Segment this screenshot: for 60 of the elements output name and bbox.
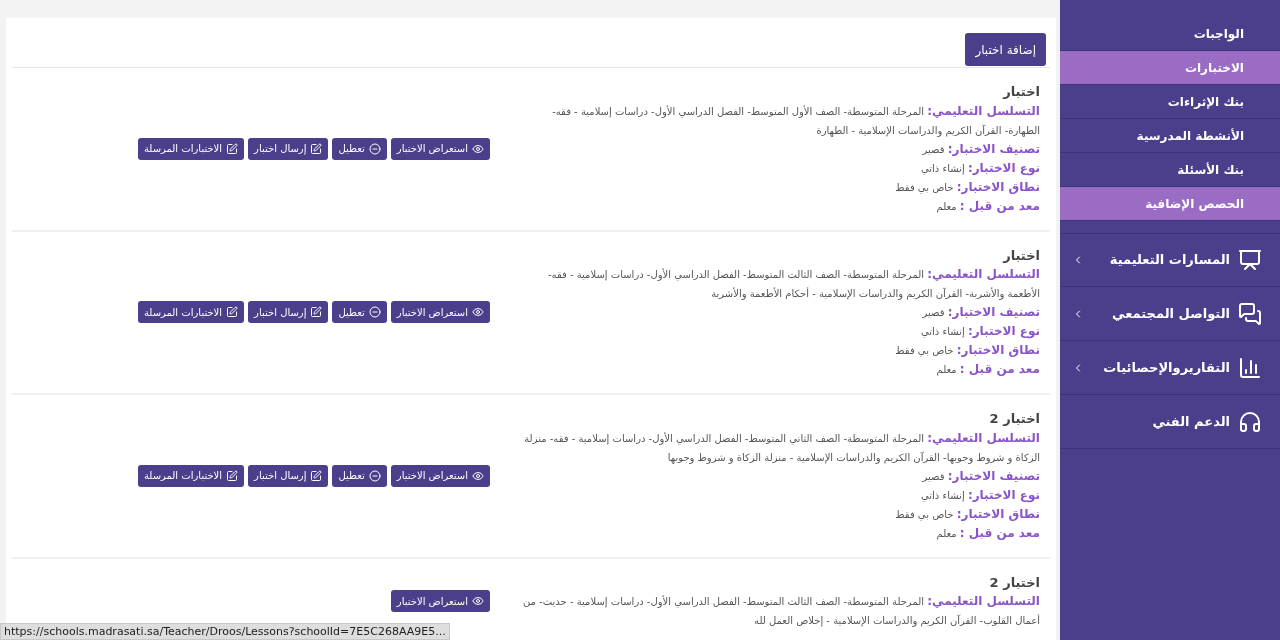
eye-icon bbox=[472, 306, 484, 319]
edit-icon bbox=[226, 469, 239, 482]
sidebar-item[interactable]: الاختبارات bbox=[1060, 51, 1280, 85]
test-title: اختبار bbox=[1001, 246, 1040, 265]
test-detail: تصنيف الاختبار: قصير bbox=[921, 304, 1040, 321]
eye-icon bbox=[472, 595, 484, 608]
sidebar-section[interactable]: الدعم الفني bbox=[1060, 395, 1280, 449]
sidebar-item[interactable]: الأنشطة المدرسية bbox=[1060, 119, 1280, 153]
edit-icon bbox=[226, 142, 239, 155]
test-title: اختبار bbox=[1001, 83, 1040, 101]
test-title: اختبار 2 bbox=[988, 573, 1040, 592]
action-button[interactable]: استعراض الاختبار bbox=[390, 137, 490, 160]
test-title: اختبار 2 bbox=[988, 410, 1040, 428]
action-button[interactable]: إرسال اختبار bbox=[248, 464, 329, 487]
test-detail: نوع الاختبار: إنشاء ذاتي bbox=[919, 323, 1040, 341]
sidebar-item[interactable]: الحصص الإضافية bbox=[1060, 187, 1280, 221]
minus-circle-icon bbox=[368, 469, 381, 482]
test-detail: نوع الاختبار: إنشاء ذاتي bbox=[919, 159, 1040, 178]
headset-icon bbox=[1238, 409, 1262, 434]
action-button[interactable]: الاختبارات المرسلة bbox=[137, 464, 245, 487]
sidebar-item[interactable]: بنك الإثراءات bbox=[1060, 85, 1280, 119]
action-button[interactable]: الاختبارات المرسلة bbox=[137, 137, 245, 160]
action-button[interactable]: تعطيل bbox=[332, 464, 387, 487]
test-detail: تصنيف الاختبار: قصير bbox=[921, 467, 1040, 485]
test-detail: التسلسل التعليمي: المرحلة المتوسطة- الصف الثالث المتوسط- الفصل الدراسي الأول- دراسات إسلامية - حديث- من أعمال القلوب- القرآن الكريم والدراسات الإسلامية - إخلاص العمل لله bbox=[521, 593, 1040, 629]
test-detail: تصنيف الاختبار: قصير bbox=[921, 140, 1040, 158]
bar-chart-icon bbox=[1238, 355, 1262, 380]
minus-circle-icon bbox=[368, 142, 381, 155]
action-button[interactable]: استعراض الاختبار bbox=[390, 301, 490, 324]
sidebar-section[interactable]: المسارات التعليمية bbox=[1060, 233, 1280, 287]
action-button[interactable]: استعراض الاختبار bbox=[390, 590, 490, 613]
sidebar-section[interactable]: التواصل المجتمعي bbox=[1060, 287, 1280, 341]
test-detail: التسلسل التعليمي: المرحلة المتوسطة- الصف الأول المتوسط- الفصل الدراسي الأول- دراسات إسلامية - فقه- الطهارة- القرآن الكريم والدراسات الإسلامية - الطهارة bbox=[551, 102, 1040, 139]
test-detail: نطاق الاختبار: خاص بي فقط bbox=[894, 505, 1040, 523]
test-detail: معد من قبل : معلم bbox=[935, 524, 1040, 542]
action-button[interactable]: إرسال اختبار bbox=[248, 301, 329, 324]
test-detail: معد من قبل : معلم bbox=[935, 361, 1040, 378]
edit-icon bbox=[310, 306, 323, 319]
edit-icon bbox=[310, 142, 323, 155]
action-button[interactable]: استعراض الاختبار bbox=[390, 464, 490, 487]
edit-icon bbox=[310, 469, 323, 482]
presenter-icon bbox=[1238, 248, 1262, 272]
eye-icon bbox=[472, 142, 484, 155]
test-detail: نطاق الاختبار: خاص بي فقط bbox=[894, 178, 1040, 196]
test-detail: نطاق الاختبار: خاص بي فقط bbox=[894, 342, 1040, 359]
chat-bubbles-icon bbox=[1238, 301, 1262, 326]
action-button[interactable]: تعطيل bbox=[332, 137, 387, 160]
eye-icon bbox=[472, 469, 484, 482]
add-test-button[interactable]: إضافة اختبار bbox=[965, 33, 1046, 66]
minus-circle-icon bbox=[368, 306, 381, 319]
test-detail: التسلسل التعليمي: المرحلة المتوسطة- الصف الثالث المتوسط- الفصل الدراسي الأول- دراسات إسلامية - فقه- الأطعمة والأشربة- القرآن الكريم والدراسات الإسلامية - أحكام الأطعمة والأشربة bbox=[546, 266, 1040, 302]
status-bar: https://schools.madrasati.sa/Teacher/Droos/Lessons?schoolId=7E5C268AA9E5... bbox=[0, 623, 450, 640]
test-detail: معد من قبل : معلم bbox=[935, 197, 1040, 215]
edit-icon bbox=[226, 306, 239, 319]
sidebar-section[interactable]: التقاريروالإحصائيات bbox=[1060, 341, 1280, 395]
action-button[interactable]: الاختبارات المرسلة bbox=[137, 301, 245, 324]
test-detail: التسلسل التعليمي: المرحلة المتوسطة- الصف الثاني المتوسط- الفصل الدراسي الأول- دراسات إسلامية - فقه- منزلة الزكاة و شروط وجوبها- القرآن الكريم والدراسات الإسلامية - منزلة الزكاة و شروط وجوبها bbox=[523, 429, 1040, 466]
test-detail: نوع الاختبار: إنشاء ذاتي bbox=[919, 486, 1040, 505]
action-button[interactable]: تعطيل bbox=[332, 301, 387, 324]
action-button[interactable]: إرسال اختبار bbox=[248, 137, 329, 160]
